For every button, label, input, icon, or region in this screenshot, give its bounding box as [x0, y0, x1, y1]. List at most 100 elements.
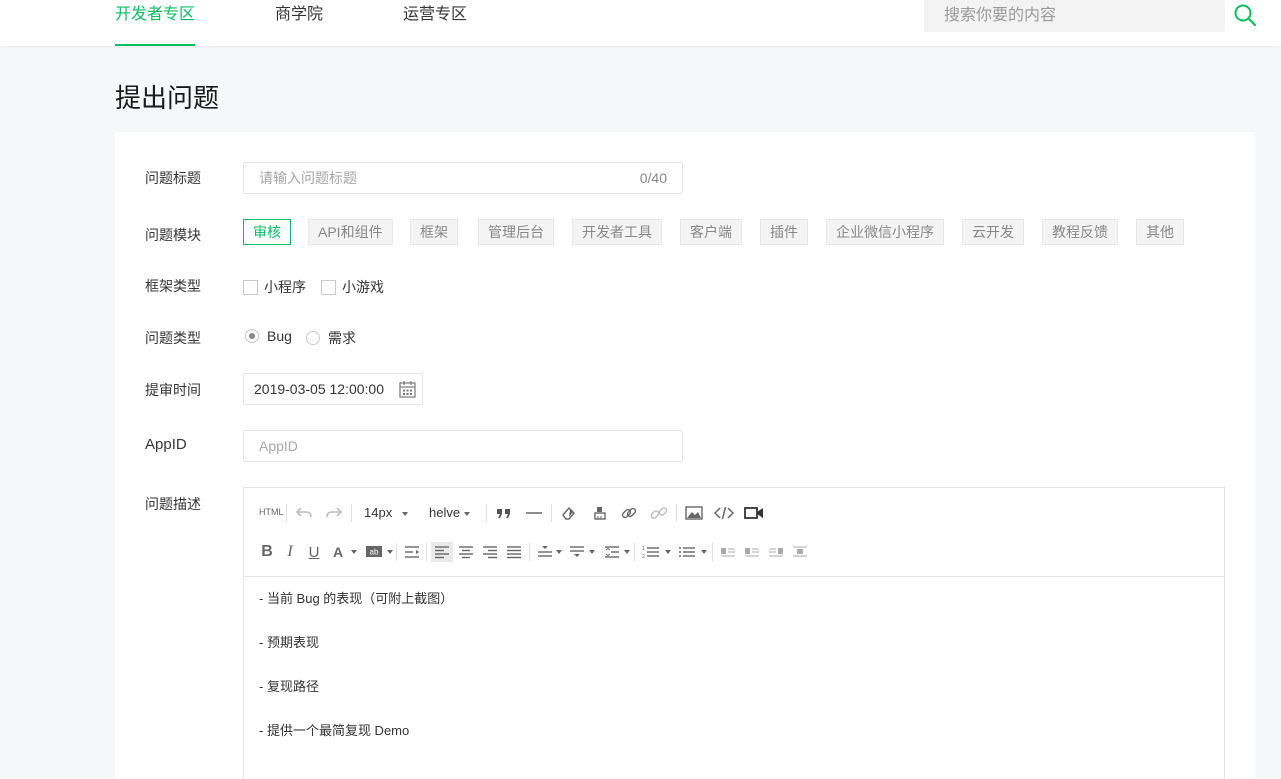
chevron-down-icon[interactable] [387, 550, 393, 554]
calendar-icon[interactable] [399, 380, 416, 398]
quote-icon[interactable] [493, 503, 515, 523]
question-form: 问题标题 0/40 问题模块 审核 API和组件 框架 管理后台 开发者工具 客… [115, 132, 1255, 779]
align-right-icon[interactable] [479, 542, 501, 562]
image-icon[interactable] [683, 503, 705, 523]
chevron-down-icon[interactable] [351, 550, 357, 554]
unlink-icon[interactable] [648, 503, 670, 523]
align-center-icon[interactable] [455, 542, 477, 562]
font-size-select[interactable]: 14px [364, 505, 409, 520]
image-float-right-icon[interactable] [765, 542, 787, 562]
horizontal-rule-icon[interactable] [523, 503, 545, 523]
font-color-icon[interactable]: A [327, 542, 349, 562]
video-icon[interactable] [743, 503, 765, 523]
divider [551, 504, 552, 522]
tab-developer-zone[interactable]: 开发者专区 [115, 0, 196, 46]
content-line: - 提供一个最简复现 Demo [259, 723, 410, 738]
checkbox[interactable] [243, 279, 258, 295]
divider [396, 543, 397, 561]
svg-text:1: 1 [642, 546, 645, 552]
divider [486, 504, 487, 522]
date-picker[interactable]: 2019-03-05 12:00:00 [243, 373, 423, 405]
tab-operations-zone[interactable]: 运营专区 [403, 0, 467, 46]
chevron-down-icon[interactable] [589, 550, 595, 554]
module-tag-plugin[interactable]: 插件 [760, 219, 808, 245]
divider [529, 543, 530, 561]
html-mode-button[interactable]: HTML [259, 507, 284, 517]
align-left-icon[interactable] [431, 542, 453, 562]
type-label: 问题类型 [145, 330, 201, 346]
module-tag-cloud[interactable]: 云开发 [962, 219, 1024, 245]
underline-icon[interactable]: U [303, 542, 325, 562]
font-size-value: 14px [364, 505, 393, 520]
image-center-icon[interactable] [789, 542, 811, 562]
divider [712, 543, 713, 561]
svg-text:2: 2 [642, 554, 645, 559]
image-float-left-icon[interactable] [717, 542, 739, 562]
time-label: 提审时间 [145, 382, 201, 398]
module-tag-api[interactable]: API和组件 [308, 219, 393, 245]
title-counter: 0/40 [639, 170, 667, 186]
type-option-requirement[interactable]: 需求 [306, 328, 356, 348]
editor-content[interactable]: - 当前 Bug 的表现（可附上截图） - 预期表现 - 复现路径 - 提供一个… [259, 588, 453, 764]
type-option-bug[interactable]: Bug [245, 328, 292, 344]
module-tag-admin[interactable]: 管理后台 [478, 219, 554, 245]
undo-icon[interactable] [293, 503, 315, 523]
font-family-value: helve [429, 505, 461, 520]
module-tag-review[interactable]: 审核 [243, 219, 291, 245]
tab-business-school[interactable]: 商学院 [275, 0, 323, 46]
eraser-icon[interactable] [558, 503, 580, 523]
radio-label: 需求 [328, 330, 356, 346]
indent-icon[interactable] [401, 542, 423, 562]
image-no-float-icon[interactable] [741, 542, 763, 562]
radio-button[interactable] [245, 329, 259, 343]
editor-toolbar: HTML 14px helve B I U A ab 1 2 [244, 488, 1224, 577]
content-line: - 当前 Bug 的表现（可附上截图） [259, 591, 454, 606]
line-height-icon[interactable] [601, 542, 623, 562]
module-tag-tutorial[interactable]: 教程反馈 [1042, 219, 1118, 245]
unordered-list-icon[interactable] [676, 542, 698, 562]
row-spacing-bottom-icon[interactable] [566, 542, 588, 562]
search-input[interactable] [924, 0, 1225, 32]
align-justify-icon[interactable] [503, 542, 525, 562]
appid-field-wrapper [243, 430, 683, 462]
framework-label: 框架类型 [145, 278, 201, 294]
divider [676, 504, 677, 522]
divider [634, 543, 635, 561]
top-nav: 开发者专区 商学院 运营专区 [0, 0, 1281, 46]
italic-icon[interactable]: I [279, 542, 301, 562]
appid-input[interactable] [244, 431, 682, 461]
link-icon[interactable] [618, 503, 640, 523]
framework-option-minigame[interactable]: 小游戏 [321, 277, 384, 297]
checkbox-label: 小游戏 [342, 279, 384, 295]
svg-text:ab: ab [370, 547, 379, 556]
chevron-down-icon[interactable] [665, 550, 671, 554]
code-icon[interactable] [713, 503, 735, 523]
bold-icon[interactable]: B [256, 542, 278, 562]
ordered-list-icon[interactable]: 12 [640, 542, 662, 562]
font-family-select[interactable]: helve [429, 505, 471, 520]
row-spacing-top-icon[interactable] [534, 542, 556, 562]
radio-button[interactable] [306, 331, 320, 345]
background-color-icon[interactable]: ab [363, 542, 385, 562]
checkbox[interactable] [321, 279, 336, 295]
chevron-down-icon[interactable] [701, 550, 707, 554]
module-tag-devtools[interactable]: 开发者工具 [572, 219, 662, 245]
divider [286, 504, 287, 522]
format-brush-icon[interactable] [589, 503, 611, 523]
chevron-down-icon[interactable] [624, 550, 630, 554]
description-label: 问题描述 [145, 496, 201, 512]
title-field-wrapper: 0/40 [243, 162, 683, 194]
divider [426, 543, 427, 561]
module-tag-framework[interactable]: 框架 [410, 219, 458, 245]
module-tag-client[interactable]: 客户端 [680, 219, 742, 245]
chevron-down-icon[interactable] [556, 550, 562, 554]
framework-option-miniprogram[interactable]: 小程序 [243, 277, 306, 297]
radio-label: Bug [267, 328, 292, 344]
page-title: 提出问题 [115, 83, 220, 113]
module-tag-wecom[interactable]: 企业微信小程序 [826, 219, 944, 245]
rich-text-editor: HTML 14px helve B I U A ab 1 2 - 当前 Bug … [243, 487, 1225, 779]
module-tag-other[interactable]: 其他 [1136, 219, 1184, 245]
redo-icon[interactable] [323, 503, 345, 523]
search-icon[interactable] [1233, 3, 1257, 27]
title-input[interactable] [244, 163, 682, 193]
